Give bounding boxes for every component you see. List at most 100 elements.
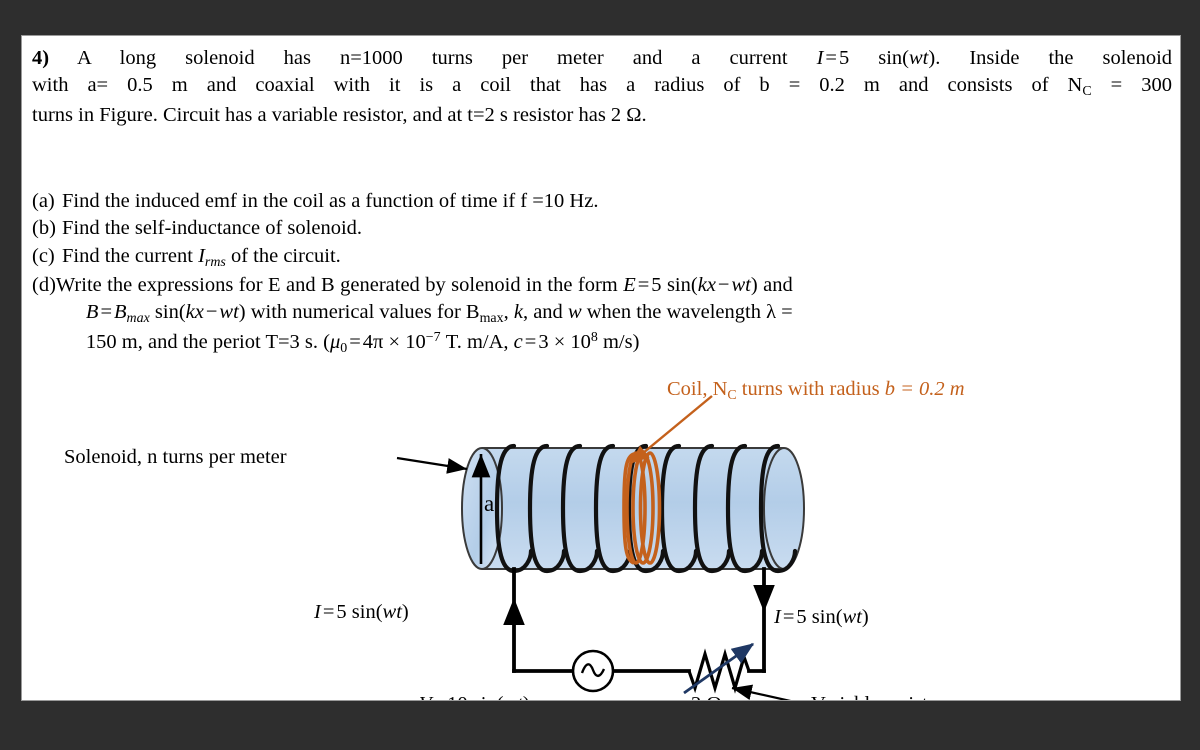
part-d-line1-pre: Write the expressions for E and B genera… xyxy=(55,273,624,296)
symbol-k: k xyxy=(513,301,523,324)
part-c: (c) Find the current Irms of the circuit… xyxy=(32,243,1172,272)
radius-label-a: a xyxy=(484,491,495,516)
exponent-minus7: −7 xyxy=(425,329,441,345)
symbol-E: E xyxy=(623,273,636,296)
part-d-line1-end: ) and xyxy=(750,273,793,296)
symbol-wt: wt xyxy=(909,47,929,69)
part-d-line3-cunit: m/s) xyxy=(597,330,640,353)
current-left-rhs: 5 sin( xyxy=(336,601,383,623)
coil-label-b: b = 0.2 m xyxy=(884,378,965,400)
part-d: (d) Write the expressions for E and B ge… xyxy=(32,272,1172,358)
part-a: (a) Find the induced emf in the coil as … xyxy=(32,188,1172,215)
coil-label-mid: turns with radius xyxy=(736,378,885,400)
symbol-kx-B: kx xyxy=(185,301,204,324)
part-c-text: Find the current Irms of the circuit. xyxy=(62,243,1172,272)
symbol-c: c xyxy=(513,330,523,353)
subscript-rms: rms xyxy=(204,254,226,270)
current-right-end: ) xyxy=(861,606,869,628)
problem-line1-text-a: A long solenoid has n=1000 turns per met… xyxy=(76,47,817,69)
exponent-8: 8 xyxy=(590,329,598,345)
part-a-label: (a) xyxy=(32,190,55,212)
current-right-wt: wt xyxy=(842,606,862,628)
variable-resistor-pointer xyxy=(731,684,792,700)
equals-sign-B: = xyxy=(100,301,112,324)
voltage-rhs: 10 sin( xyxy=(447,693,503,700)
part-b-text: Find the self-inductance of solenoid. xyxy=(62,217,363,240)
symbol-wt-E: wt xyxy=(731,273,751,296)
symbol-kx: kx xyxy=(697,273,716,296)
part-c-text-pre: Find the current xyxy=(62,244,199,267)
problem-line1-expr: 5 sin( xyxy=(838,47,909,69)
current-label-right: I=5 sin(wt) xyxy=(774,606,869,629)
part-d-line1-rhs: 5 sin( xyxy=(651,273,698,296)
coil-label: Coil, NC turns with radius b = 0.2 m xyxy=(667,378,965,404)
current-left-wt: wt xyxy=(382,601,402,623)
symbol-Bmax: B xyxy=(114,301,127,324)
symbol-B: B xyxy=(85,301,99,324)
part-d-line-2: B=Bmax sin(kx−wt) with numerical values … xyxy=(85,301,793,327)
problem-line-1: 4) A long solenoid has n=1000 turns per … xyxy=(32,45,1172,72)
equals-sign-c: = xyxy=(524,330,537,353)
part-d-line-1: Write the expressions for E and B genera… xyxy=(56,272,793,299)
current-left-eq: = xyxy=(322,601,335,623)
part-d-line3-val: 4π × 10 xyxy=(362,330,426,353)
current-right-rhs: 5 sin( xyxy=(796,606,843,628)
symbol-mu: μ xyxy=(329,330,341,353)
ac-source-symbol xyxy=(571,649,615,693)
symbol-wt-B: wt xyxy=(219,301,239,324)
symbol-I-rms: I xyxy=(198,244,205,267)
coil-label-pre: Coil, N xyxy=(667,378,728,400)
part-d-label: (d) xyxy=(32,273,56,296)
variable-resistor-symbol xyxy=(683,642,755,695)
voltage-wt: wt xyxy=(503,693,522,700)
current-right-eq: = xyxy=(782,606,795,628)
subscript-max: max xyxy=(126,311,150,327)
resistance-value-label: 2 Ω xyxy=(691,693,722,700)
problem-line2-text: with a= 0.5 m and coaxial with it is a c… xyxy=(32,74,1083,97)
part-c-text-post: of the circuit. xyxy=(225,244,341,267)
solenoid-circuit-figure: Coil, NC turns with radius b = 0.2 m Sol… xyxy=(22,366,1180,700)
problem-line1-end: ). Inside the solenoid xyxy=(928,47,1173,69)
symbol-w: w xyxy=(567,301,582,324)
part-d-line2-tail: when the wavelength λ = xyxy=(581,301,793,324)
minus-sign-B: − xyxy=(205,301,218,324)
solenoid-label-pointer xyxy=(396,456,468,474)
coil-label-sub: C xyxy=(727,387,737,403)
equals-sign-mu: = xyxy=(349,330,361,353)
part-d-line3-pre: 150 m, and the periot T=3 s. ( xyxy=(85,330,330,353)
problem-line-2: with a= 0.5 m and coaxial with it is a c… xyxy=(32,72,1172,101)
variable-resistor-label: Variable resistor xyxy=(811,693,945,700)
part-d-line3-cval: 3 × 10 xyxy=(538,330,591,353)
subscript-max-2: max xyxy=(479,311,504,327)
sin-function: sin( xyxy=(154,301,186,324)
voltage-eq: = xyxy=(432,693,448,700)
part-c-label: (c) xyxy=(32,244,55,267)
part-d-line-3: 150 m, and the periot T=3 s. (μ0=4π × 10… xyxy=(86,329,793,358)
voltage-end: ) xyxy=(523,693,530,700)
part-a-text: Find the induced emf in the coil as a fu… xyxy=(62,190,599,212)
part-d-line2-and: , and xyxy=(522,301,568,324)
voltage-V: V xyxy=(419,693,432,700)
part-d-line3-unit: T. m/A, xyxy=(440,330,509,353)
equals-sign-E: = xyxy=(637,273,650,296)
part-d-body: Write the expressions for E and B genera… xyxy=(56,272,793,358)
current-label-left: I=5 sin(wt) xyxy=(314,601,409,624)
equals-sign: = xyxy=(825,47,837,69)
voltage-label: V=10 sin(wt) xyxy=(419,693,530,700)
subscript-C: C xyxy=(1082,84,1092,100)
current-right-I: I xyxy=(774,606,781,628)
problem-line2-end: = 300 xyxy=(1091,74,1172,97)
problem-number: 4) xyxy=(32,47,50,69)
current-left-I: I xyxy=(314,601,321,623)
minus-sign: − xyxy=(717,273,730,296)
part-d-line2-mid: ) with numerical values for B xyxy=(238,301,480,324)
solenoid-label: Solenoid, n turns per meter xyxy=(64,446,287,468)
figure-svg xyxy=(396,395,805,700)
part-b-label: (b) xyxy=(32,217,56,240)
problem-line-3: turns in Figure. Circuit has a variable … xyxy=(32,103,647,126)
part-b: (b) Find the self-inductance of solenoid… xyxy=(32,215,1172,242)
problem-parts: (a) Find the induced emf in the coil as … xyxy=(32,188,1172,358)
current-left-end: ) xyxy=(401,601,409,623)
document-page: 4) A long solenoid has n=1000 turns per … xyxy=(22,36,1180,700)
problem-statement: 4) A long solenoid has n=1000 turns per … xyxy=(32,45,1172,129)
